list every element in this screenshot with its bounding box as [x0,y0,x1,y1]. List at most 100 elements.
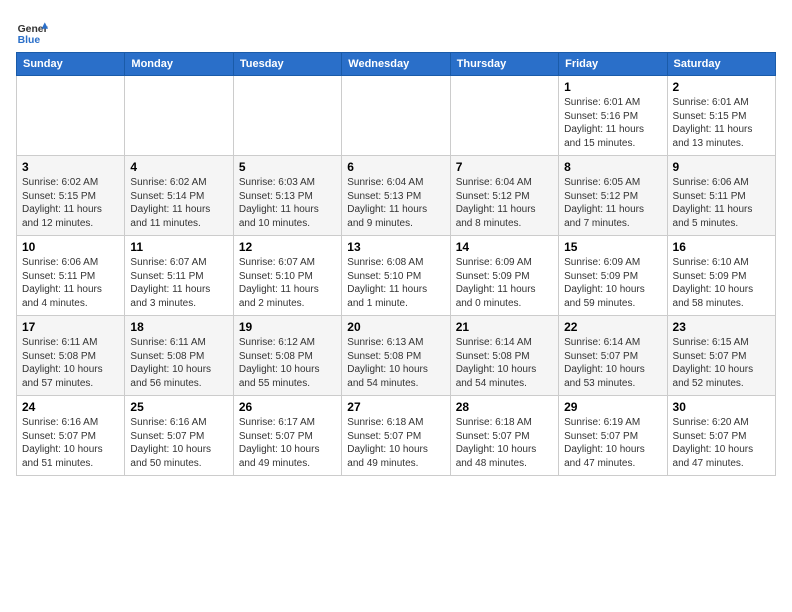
weekday-header-sunday: Sunday [17,53,125,76]
logo-icon: General Blue [16,16,48,48]
calendar-cell: 20 Sunrise: 6:13 AM Sunset: 5:08 PM Dayli… [342,316,450,396]
calendar-cell: 28 Sunrise: 6:18 AM Sunset: 5:07 PM Dayli… [450,396,558,476]
weekday-header-friday: Friday [559,53,667,76]
day-info: Sunrise: 6:20 AM Sunset: 5:07 PM Dayligh… [673,416,770,470]
day-info: Sunrise: 6:07 AM Sunset: 5:10 PM Dayligh… [239,256,336,310]
day-info: Sunrise: 6:09 AM Sunset: 5:09 PM Dayligh… [456,256,553,310]
calendar-table: SundayMondayTuesdayWednesdayThursdayFrid… [16,52,776,476]
calendar-cell: 26 Sunrise: 6:17 AM Sunset: 5:07 PM Dayli… [233,396,341,476]
day-info: Sunrise: 6:03 AM Sunset: 5:13 PM Dayligh… [239,176,336,230]
day-number: 19 [239,320,336,334]
day-number: 2 [673,80,770,94]
weekday-header-monday: Monday [125,53,233,76]
day-number: 10 [22,240,119,254]
day-info: Sunrise: 6:07 AM Sunset: 5:11 PM Dayligh… [130,256,227,310]
day-info: Sunrise: 6:11 AM Sunset: 5:08 PM Dayligh… [130,336,227,390]
day-number: 11 [130,240,227,254]
day-number: 28 [456,400,553,414]
calendar-cell: 11 Sunrise: 6:07 AM Sunset: 5:11 PM Dayli… [125,236,233,316]
calendar-week-2: 3Sunrise: 6:02 AM Sunset: 5:15 PM Daylig… [17,156,776,236]
weekday-header-wednesday: Wednesday [342,53,450,76]
calendar-week-3: 10 Sunrise: 6:06 AM Sunset: 5:11 PM Dayli… [17,236,776,316]
calendar-cell: 10 Sunrise: 6:06 AM Sunset: 5:11 PM Dayli… [17,236,125,316]
day-info: Sunrise: 6:14 AM Sunset: 5:08 PM Dayligh… [456,336,553,390]
day-info: Sunrise: 6:15 AM Sunset: 5:07 PM Dayligh… [673,336,770,390]
calendar-cell [450,76,558,156]
day-info: Sunrise: 6:09 AM Sunset: 5:09 PM Dayligh… [564,256,661,310]
day-number: 6 [347,160,444,174]
day-number: 15 [564,240,661,254]
calendar-cell: 2 Sunrise: 6:01 AM Sunset: 5:15 PM Daylig… [667,76,775,156]
calendar-cell: 4 Sunrise: 6:02 AM Sunset: 5:14 PM Daylig… [125,156,233,236]
logo: General Blue [16,16,48,48]
calendar-cell: 15 Sunrise: 6:09 AM Sunset: 5:09 PM Dayli… [559,236,667,316]
calendar-cell: 21 Sunrise: 6:14 AM Sunset: 5:08 PM Dayli… [450,316,558,396]
weekday-header-row: SundayMondayTuesdayWednesdayThursdayFrid… [17,53,776,76]
calendar-cell: 12Sunrise: 6:07 AM Sunset: 5:10 PM Dayli… [233,236,341,316]
calendar-cell [233,76,341,156]
day-info: Sunrise: 6:18 AM Sunset: 5:07 PM Dayligh… [347,416,444,470]
day-number: 5 [239,160,336,174]
calendar-cell: 6 Sunrise: 6:04 AM Sunset: 5:13 PM Daylig… [342,156,450,236]
day-number: 18 [130,320,227,334]
calendar-cell: 14Sunrise: 6:09 AM Sunset: 5:09 PM Dayli… [450,236,558,316]
calendar-cell: 17 Sunrise: 6:11 AM Sunset: 5:08 PM Dayli… [17,316,125,396]
day-number: 7 [456,160,553,174]
calendar-cell: 3Sunrise: 6:02 AM Sunset: 5:15 PM Daylig… [17,156,125,236]
calendar-cell: 24 Sunrise: 6:16 AM Sunset: 5:07 PM Dayli… [17,396,125,476]
day-info: Sunrise: 6:02 AM Sunset: 5:15 PM Dayligh… [22,176,119,230]
calendar-cell [342,76,450,156]
day-info: Sunrise: 6:06 AM Sunset: 5:11 PM Dayligh… [22,256,119,310]
weekday-header-tuesday: Tuesday [233,53,341,76]
day-info: Sunrise: 6:01 AM Sunset: 5:16 PM Dayligh… [564,96,661,150]
day-number: 27 [347,400,444,414]
day-info: Sunrise: 6:11 AM Sunset: 5:08 PM Dayligh… [22,336,119,390]
day-number: 24 [22,400,119,414]
calendar-cell: 29 Sunrise: 6:19 AM Sunset: 5:07 PM Dayli… [559,396,667,476]
calendar-cell [125,76,233,156]
day-number: 8 [564,160,661,174]
day-info: Sunrise: 6:17 AM Sunset: 5:07 PM Dayligh… [239,416,336,470]
svg-text:Blue: Blue [18,35,41,46]
day-number: 16 [673,240,770,254]
calendar-week-4: 17 Sunrise: 6:11 AM Sunset: 5:08 PM Dayli… [17,316,776,396]
day-info: Sunrise: 6:18 AM Sunset: 5:07 PM Dayligh… [456,416,553,470]
calendar-cell: 30Sunrise: 6:20 AM Sunset: 5:07 PM Dayli… [667,396,775,476]
day-info: Sunrise: 6:10 AM Sunset: 5:09 PM Dayligh… [673,256,770,310]
header: General Blue [16,16,776,48]
day-number: 1 [564,80,661,94]
day-info: Sunrise: 6:12 AM Sunset: 5:08 PM Dayligh… [239,336,336,390]
day-number: 26 [239,400,336,414]
weekday-header-saturday: Saturday [667,53,775,76]
day-number: 22 [564,320,661,334]
day-number: 25 [130,400,227,414]
calendar-cell: 8Sunrise: 6:05 AM Sunset: 5:12 PM Daylig… [559,156,667,236]
calendar-cell [17,76,125,156]
calendar-cell: 9 Sunrise: 6:06 AM Sunset: 5:11 PM Daylig… [667,156,775,236]
day-info: Sunrise: 6:02 AM Sunset: 5:14 PM Dayligh… [130,176,227,230]
day-info: Sunrise: 6:13 AM Sunset: 5:08 PM Dayligh… [347,336,444,390]
day-number: 17 [22,320,119,334]
calendar-cell: 5 Sunrise: 6:03 AM Sunset: 5:13 PM Daylig… [233,156,341,236]
calendar-cell: 23Sunrise: 6:15 AM Sunset: 5:07 PM Dayli… [667,316,775,396]
day-number: 13 [347,240,444,254]
day-info: Sunrise: 6:06 AM Sunset: 5:11 PM Dayligh… [673,176,770,230]
day-number: 9 [673,160,770,174]
weekday-header-thursday: Thursday [450,53,558,76]
day-info: Sunrise: 6:01 AM Sunset: 5:15 PM Dayligh… [673,96,770,150]
calendar-cell: 16 Sunrise: 6:10 AM Sunset: 5:09 PM Dayli… [667,236,775,316]
calendar-cell: 19 Sunrise: 6:12 AM Sunset: 5:08 PM Dayli… [233,316,341,396]
day-number: 21 [456,320,553,334]
day-info: Sunrise: 6:04 AM Sunset: 5:12 PM Dayligh… [456,176,553,230]
day-info: Sunrise: 6:04 AM Sunset: 5:13 PM Dayligh… [347,176,444,230]
calendar-cell: 22Sunrise: 6:14 AM Sunset: 5:07 PM Dayli… [559,316,667,396]
day-number: 20 [347,320,444,334]
day-info: Sunrise: 6:19 AM Sunset: 5:07 PM Dayligh… [564,416,661,470]
calendar-cell: 13 Sunrise: 6:08 AM Sunset: 5:10 PM Dayli… [342,236,450,316]
day-info: Sunrise: 6:16 AM Sunset: 5:07 PM Dayligh… [130,416,227,470]
calendar-cell: 27 Sunrise: 6:18 AM Sunset: 5:07 PM Dayli… [342,396,450,476]
day-number: 4 [130,160,227,174]
day-number: 29 [564,400,661,414]
day-info: Sunrise: 6:16 AM Sunset: 5:07 PM Dayligh… [22,416,119,470]
day-info: Sunrise: 6:08 AM Sunset: 5:10 PM Dayligh… [347,256,444,310]
